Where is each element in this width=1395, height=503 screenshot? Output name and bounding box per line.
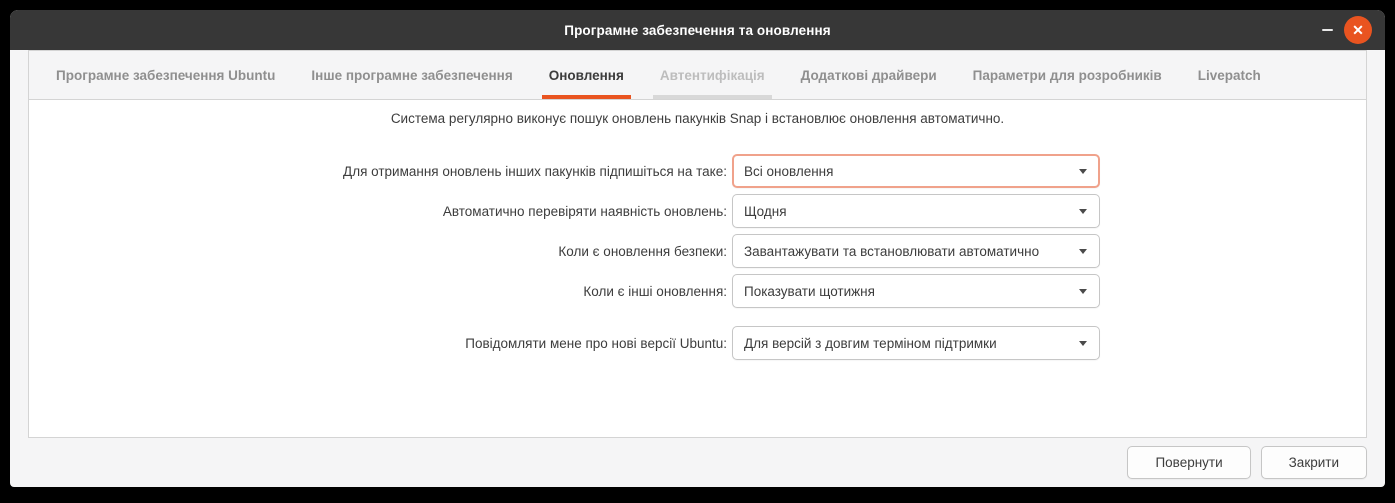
other-updates-dropdown[interactable]: Показувати щотижня (732, 274, 1100, 308)
dropdown-value: Для версій з довгим терміном підтримки (744, 335, 997, 351)
tab-updates[interactable]: Оновлення (541, 51, 631, 99)
row-other-updates: Коли є інші оновлення: Показувати щотижн… (29, 274, 1100, 308)
tab-livepatch[interactable]: Livepatch (1191, 51, 1268, 99)
release-notify-dropdown[interactable]: Для версій з довгим терміном підтримки (732, 326, 1100, 360)
desktop-background: Програмне забезпечення та оновлення ✕ Пр… (0, 0, 1395, 503)
updates-panel: Система регулярно виконує пошук оновлень… (29, 100, 1366, 437)
row-label: Для отримання оновлень інших пакунків пі… (343, 163, 727, 179)
revert-button[interactable]: Повернути (1127, 446, 1251, 479)
chevron-down-icon (1079, 288, 1087, 294)
dropdown-value: Всі оновлення (744, 163, 834, 179)
close-button[interactable]: Закрити (1260, 446, 1367, 479)
snap-info-text: Система регулярно виконує пошук оновлень… (390, 111, 1005, 126)
tab-developer-options[interactable]: Параметри для розробників (966, 51, 1169, 99)
row-check-frequency: Автоматично перевіряти наявність оновлен… (29, 194, 1100, 228)
notebook: Програмне забезпечення Ubuntu Інше прогр… (28, 50, 1367, 438)
row-label: Автоматично перевіряти наявність оновлен… (442, 203, 727, 219)
software-updates-window: Програмне забезпечення та оновлення ✕ Пр… (10, 10, 1385, 487)
dropdown-value: Щодня (744, 203, 787, 219)
subscribe-updates-dropdown[interactable]: Всі оновлення (732, 154, 1100, 188)
minimize-icon[interactable] (1322, 29, 1333, 31)
tab-bar: Програмне забезпечення Ubuntu Інше прогр… (29, 51, 1366, 100)
titlebar[interactable]: Програмне забезпечення та оновлення ✕ (10, 10, 1385, 50)
row-security-updates: Коли є оновлення безпеки: Завантажувати … (29, 234, 1100, 268)
tab-authentication: Автентифікація (652, 51, 772, 99)
dialog-action-area: Повернути Закрити (1127, 446, 1367, 479)
tab-other-software[interactable]: Інше програмне забезпечення (304, 51, 519, 99)
row-label: Повідомляти мене про нові версії Ubuntu: (465, 335, 727, 351)
chevron-down-icon (1079, 248, 1087, 254)
dropdown-value: Показувати щотижня (744, 283, 875, 299)
row-label: Коли є оновлення безпеки: (558, 243, 727, 259)
chevron-down-icon (1079, 340, 1087, 346)
row-label: Коли є інші оновлення: (583, 283, 727, 299)
chevron-down-icon (1079, 168, 1087, 174)
dropdown-value: Завантажувати та встановлювати автоматич… (744, 243, 1040, 259)
close-icon[interactable]: ✕ (1344, 16, 1372, 44)
check-frequency-dropdown[interactable]: Щодня (732, 194, 1100, 228)
tab-additional-drivers[interactable]: Додаткові драйвери (794, 51, 944, 99)
row-release-notify: Повідомляти мене про нові версії Ubuntu:… (29, 326, 1100, 360)
row-subscribe-updates: Для отримання оновлень інших пакунків пі… (29, 154, 1100, 188)
window-title: Програмне забезпечення та оновлення (564, 22, 831, 38)
chevron-down-icon (1079, 208, 1087, 214)
tab-ubuntu-software[interactable]: Програмне забезпечення Ubuntu (49, 51, 282, 99)
security-updates-dropdown[interactable]: Завантажувати та встановлювати автоматич… (732, 234, 1100, 268)
